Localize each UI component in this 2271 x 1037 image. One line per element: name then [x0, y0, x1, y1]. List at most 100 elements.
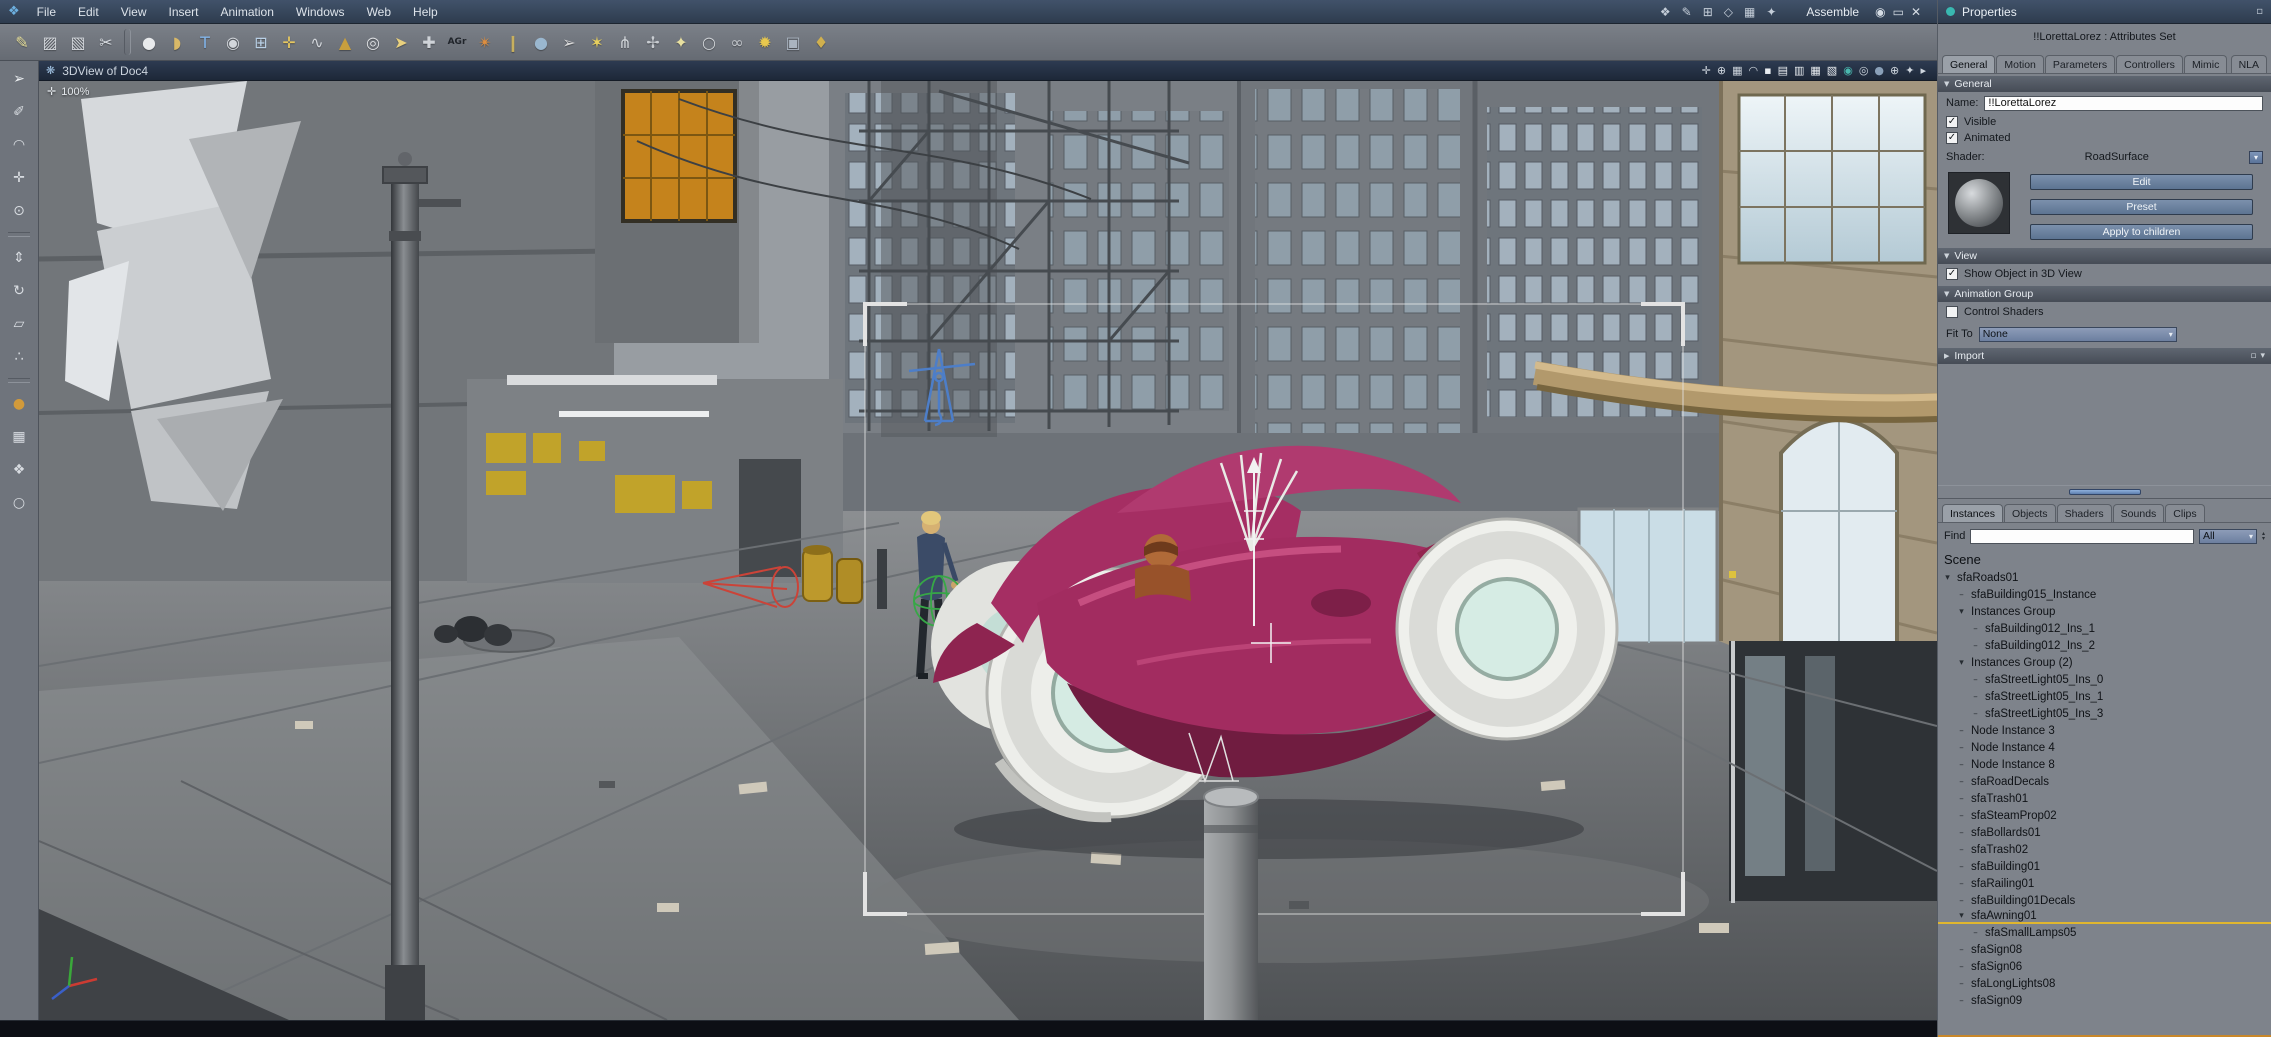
lattice-tool-icon[interactable]: ⊞	[247, 28, 275, 56]
tree-item[interactable]: – sfaBollards01	[1938, 824, 2271, 841]
axes-tool-icon[interactable]: ✛	[275, 28, 303, 56]
tree-item[interactable]: – sfaSteamProp02	[1938, 807, 2271, 824]
camera-tool-icon[interactable]: ▣	[779, 28, 807, 56]
tree-expander-icon[interactable]: ▾	[1956, 658, 1967, 668]
tab-sounds[interactable]: Sounds	[2112, 504, 2165, 522]
tab-nla[interactable]: NLA	[2230, 55, 2267, 73]
animated-checkbox[interactable]: ✓	[1946, 132, 1958, 144]
ring-tool-icon[interactable]: ○	[695, 28, 723, 56]
script-tool-icon[interactable]: ✦	[1766, 5, 1776, 19]
panel-splitter[interactable]	[1938, 485, 2271, 499]
tree-item[interactable]: – sfaStreetLight05_Ins_3	[1938, 705, 2271, 722]
tree-expander-icon[interactable]: –	[1956, 828, 1967, 838]
cut-tool-icon[interactable]: ✂	[92, 28, 120, 56]
orbit-view-icon[interactable]: ◠	[7, 133, 31, 157]
menu-view[interactable]: View	[110, 0, 158, 23]
tree-expander-icon[interactable]: –	[1956, 590, 1967, 600]
tree-item[interactable]: – sfaSign09	[1938, 992, 2271, 1009]
agr-tool-icon[interactable]: AGr	[443, 28, 471, 56]
snap-tool-icon[interactable]: ∴	[7, 345, 31, 369]
dart-tool-icon[interactable]: ➢	[555, 28, 583, 56]
texture-mode-icon[interactable]: ●	[1874, 64, 1884, 77]
menu-file[interactable]: File	[26, 0, 67, 23]
select-tool-icon[interactable]: ➢	[7, 67, 31, 91]
import-add-icon[interactable]: ▫	[2250, 351, 2256, 361]
section-general[interactable]: ▼ General	[1938, 76, 2271, 92]
wire-mode-icon[interactable]: ◎	[1859, 64, 1869, 77]
tab-mimic[interactable]: Mimic	[2183, 55, 2228, 73]
hand-view-icon[interactable]: ❖	[7, 458, 31, 482]
tree-expander-icon[interactable]: –	[1956, 945, 1967, 955]
camera-view-icon[interactable]: ◠	[1749, 64, 1759, 77]
tab-parameters[interactable]: Parameters	[2044, 55, 2116, 73]
menu-animation[interactable]: Animation	[210, 0, 285, 23]
expand-icon[interactable]: ▸	[1920, 64, 1926, 77]
scroll-spinner[interactable]: ▴ ▾	[2262, 531, 2265, 542]
shader-dropdown-icon[interactable]: ▾	[2249, 150, 2263, 164]
visible-checkbox[interactable]: ✓	[1946, 116, 1958, 128]
tab-clips[interactable]: Clips	[2165, 504, 2205, 522]
menu-windows[interactable]: Windows	[285, 0, 356, 23]
layout-two-icon[interactable]: ▤	[1778, 64, 1788, 77]
tab-objects[interactable]: Objects	[2003, 504, 2056, 522]
cone-primitive-icon[interactable]: ▲	[331, 28, 359, 56]
viewport-3d[interactable]: ✛ 100%	[39, 81, 1937, 1020]
rotate-object-icon[interactable]: ↻	[7, 279, 31, 303]
shader-value[interactable]: RoadSurface	[1991, 151, 2243, 163]
tree-item[interactable]: – sfaTrash02	[1938, 841, 2271, 858]
arrow-tool-icon[interactable]: ➤	[387, 28, 415, 56]
app-logo-icon[interactable]: ❖	[8, 4, 20, 19]
star-tool-icon[interactable]: ✶	[583, 28, 611, 56]
world-axis-icon[interactable]: ⊕	[1890, 64, 1899, 77]
menu-insert[interactable]: Insert	[157, 0, 209, 23]
tree-expander-icon[interactable]: –	[1956, 896, 1967, 906]
hand-tool-icon[interactable]: ❖	[1660, 5, 1671, 19]
axis-toggle-icon[interactable]: ⊕	[1717, 64, 1726, 77]
tree-item[interactable]: – Node Instance 3	[1938, 722, 2271, 739]
grid-toggle-icon[interactable]: ▦	[1732, 64, 1742, 77]
magnify-view-icon[interactable]: ○	[7, 491, 31, 515]
section-animation-group[interactable]: ▼ Animation Group	[1938, 286, 2271, 302]
layout-three-icon[interactable]: ▥	[1794, 64, 1804, 77]
preset-button[interactable]: Preset	[2030, 199, 2253, 215]
key-tool-icon[interactable]: ♦	[807, 28, 835, 56]
tree-item[interactable]: – sfaRailing01	[1938, 875, 2271, 892]
tree-expander-icon[interactable]: –	[1956, 726, 1967, 736]
tree-expander-icon[interactable]: –	[1956, 979, 1967, 989]
orb-tool-icon[interactable]: ●	[527, 28, 555, 56]
section-import[interactable]: ▶ Import ▫ ▾	[1938, 348, 2271, 364]
control-shaders-checkbox[interactable]: ✓	[1946, 306, 1958, 318]
tree-expander-icon[interactable]: –	[1956, 777, 1967, 787]
show-object-checkbox[interactable]: ✓	[1946, 268, 1958, 280]
splitter-handle[interactable]	[2068, 489, 2141, 495]
menu-help[interactable]: Help	[402, 0, 449, 23]
paint-select-icon[interactable]: ✐	[7, 100, 31, 124]
tree-item[interactable]: – sfaBuilding012_Ins_2	[1938, 637, 2271, 654]
paint-tool-icon[interactable]: ✎	[8, 28, 36, 56]
tree-item[interactable]: – sfaSmallLamps05	[1938, 924, 2271, 941]
anchor-tool-icon[interactable]: ✚	[415, 28, 443, 56]
tree-item[interactable]: – sfaStreetLight05_Ins_0	[1938, 671, 2271, 688]
capsule-primitive-icon[interactable]: ◗	[163, 28, 191, 56]
shader-preview[interactable]	[1948, 172, 2010, 234]
tree-item[interactable]: – sfaTrash01	[1938, 790, 2271, 807]
tree-item[interactable]: ▾ Instances Group (2)	[1938, 654, 2271, 671]
fit-to-select[interactable]: None ▾	[1978, 326, 2177, 342]
zoom-view-icon[interactable]: ⊙	[7, 199, 31, 223]
rail-icon[interactable]	[8, 232, 30, 237]
mode-label[interactable]: Assemble	[1806, 5, 1859, 19]
scale-object-icon[interactable]: ▱	[7, 312, 31, 336]
gear-tool-icon[interactable]: ✢	[639, 28, 667, 56]
flame-tool-icon[interactable]: ✴	[471, 28, 499, 56]
close-icon[interactable]: ✕	[1911, 5, 1921, 19]
maximize-icon[interactable]: ▭	[1893, 5, 1904, 19]
erase-tool-icon[interactable]: ▧	[64, 28, 92, 56]
tree-expander-icon[interactable]: –	[1970, 692, 1981, 702]
tab-instances[interactable]: Instances	[1942, 504, 2003, 522]
layout-custom-icon[interactable]: ▧	[1827, 64, 1837, 77]
material-sphere-icon[interactable]: ●	[7, 392, 31, 416]
text-primitive-icon[interactable]: T	[191, 28, 219, 56]
torus-primitive-icon[interactable]: ◎	[359, 28, 387, 56]
panel-tool-icon[interactable]: ▦	[1744, 5, 1755, 19]
helix-tool-icon[interactable]: ∞	[723, 28, 751, 56]
